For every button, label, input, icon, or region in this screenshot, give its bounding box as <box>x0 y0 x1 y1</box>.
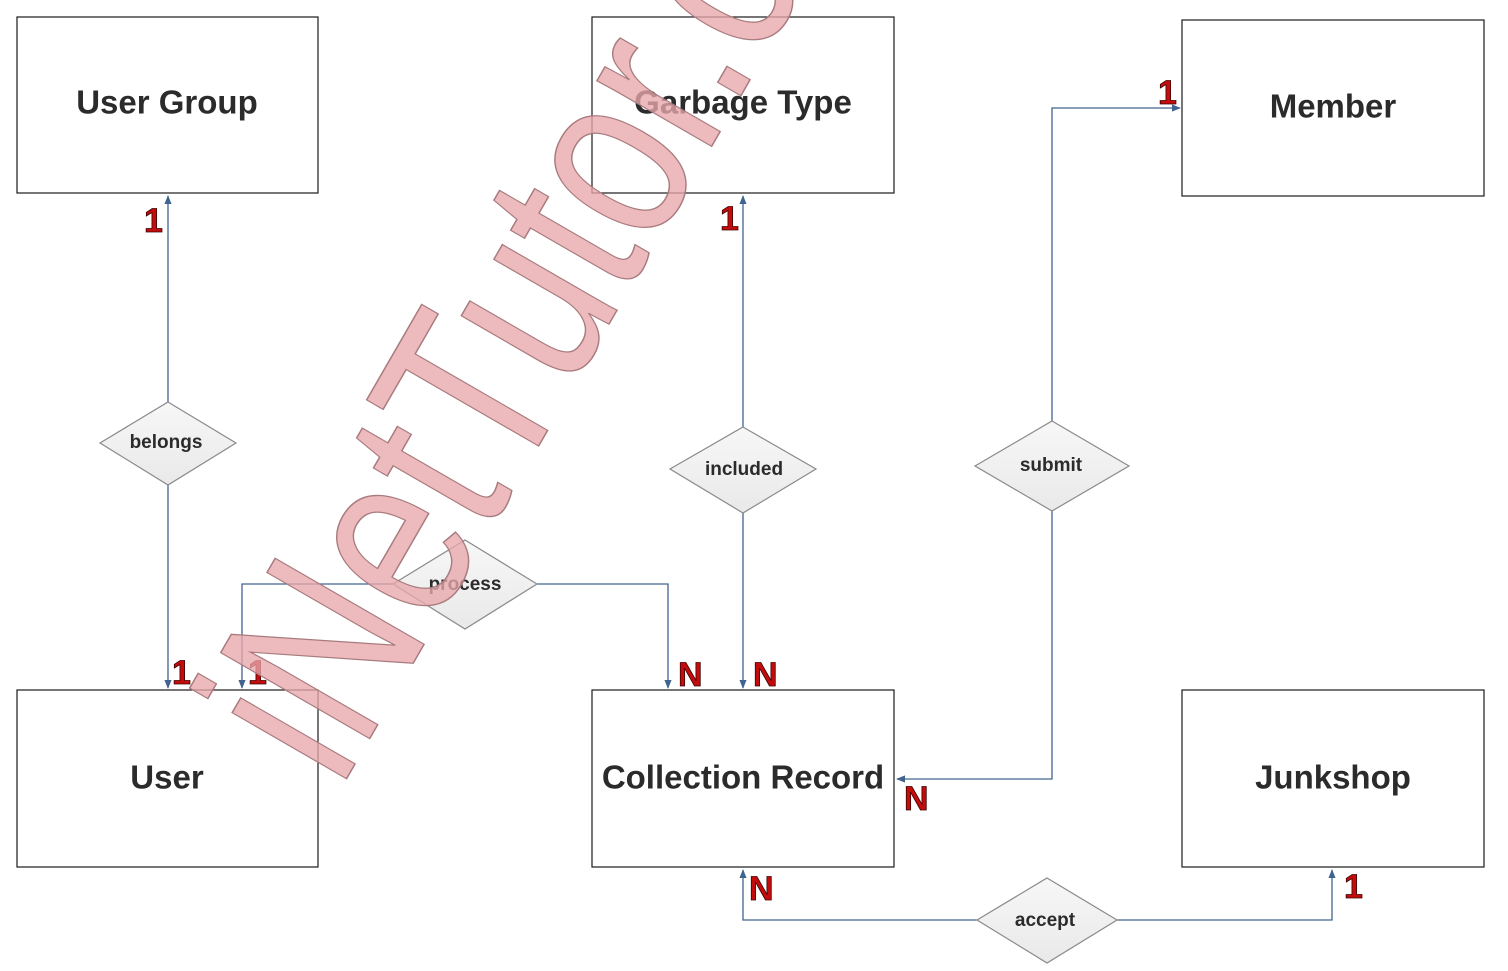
entity-label: User Group <box>76 84 258 121</box>
connector-accept-collection-record <box>739 869 977 921</box>
entity-member[interactable]: Member <box>1181 19 1485 197</box>
cardinality-user-group-belongs: 1 <box>144 202 163 240</box>
entity-collection-record[interactable]: Collection Record <box>591 689 895 868</box>
connector-submit-member <box>1051 104 1181 421</box>
entity-label: Junkshop <box>1255 759 1411 796</box>
relationship-included[interactable]: included <box>668 426 818 514</box>
cardinality-collection-record-accept: N <box>749 870 774 908</box>
relationship-label: included <box>705 459 783 480</box>
cardinality-collection-record-submit: N <box>904 780 929 818</box>
connector-accept-junkshop <box>1117 869 1336 921</box>
cardinality-member-submit: 1 <box>1158 74 1177 112</box>
relationship-submit[interactable]: submit <box>973 420 1131 512</box>
relationship-label: belongs <box>130 432 203 453</box>
entity-label: Collection Record <box>602 759 884 796</box>
cardinality-junkshop-accept: 1 <box>1344 868 1363 906</box>
relationship-label: accept <box>1015 910 1076 931</box>
connector-submit-collection-record <box>896 511 1053 783</box>
relationship-accept[interactable]: accept <box>975 877 1119 964</box>
connector-process-collection-record <box>537 583 672 689</box>
relationship-label: submit <box>1020 455 1083 476</box>
entity-junkshop[interactable]: Junkshop <box>1181 689 1485 868</box>
cardinality-collection-record-included: N <box>753 656 778 694</box>
entity-label: Member <box>1270 88 1397 125</box>
cardinality-collection-record-process: N <box>678 656 703 694</box>
entity-label: User <box>130 759 204 796</box>
relationship-belongs[interactable]: belongs <box>98 401 238 486</box>
entity-user-group[interactable]: User Group <box>16 16 319 194</box>
er-diagram: User Group Garbage Type Member User Coll… <box>16 0 1485 964</box>
